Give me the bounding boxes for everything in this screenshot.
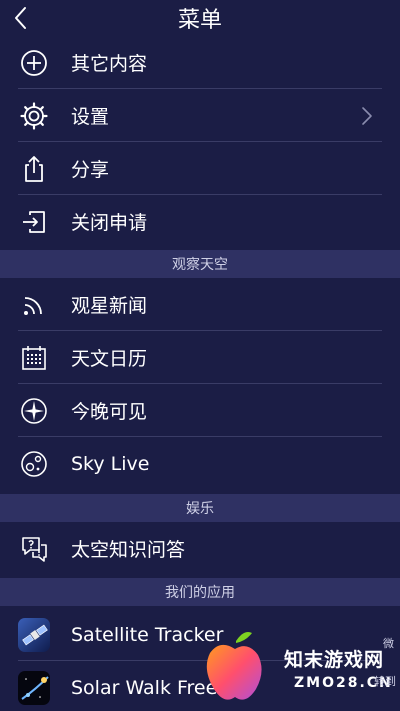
menu-item-close-request[interactable]: 关闭申请	[0, 195, 400, 248]
menu-item-other-content[interactable]: 其它内容	[0, 36, 400, 89]
chevron-right-icon	[362, 106, 372, 125]
moon-icon	[18, 448, 50, 480]
menu-item-stargazing-news[interactable]: 观星新闻	[0, 278, 400, 331]
solar-walk-app-icon-wrap	[18, 670, 50, 705]
gear-icon	[18, 100, 50, 132]
menu-item-astronomy-calendar[interactable]: 天文日历	[0, 331, 400, 384]
watermark-brand: 知末游戏网	[284, 649, 385, 671]
share-icon	[18, 153, 50, 185]
menu-item-label: 设置	[71, 106, 110, 128]
section-header-entertainment: 娱乐	[0, 494, 400, 522]
menu-item-label: 其它内容	[71, 53, 148, 75]
menu-item-label: Sky Live	[71, 452, 150, 475]
menu-item-label: Solar Walk Free	[71, 676, 218, 699]
chevron-left-icon	[15, 7, 26, 29]
watermark-side-bottom: 转到	[374, 675, 396, 688]
calendar-icon	[18, 342, 50, 374]
menu-item-label: 观星新闻	[71, 295, 148, 317]
header-bar: 菜单	[0, 0, 400, 36]
apple-logo-icon	[206, 632, 262, 700]
rss-icon	[18, 289, 50, 321]
page-title: 菜单	[177, 8, 222, 33]
section-header-our-apps: 我们的应用	[0, 578, 400, 606]
menu-item-label: 太空知识问答	[71, 539, 186, 561]
menu-item-share[interactable]: 分享	[0, 142, 400, 195]
menu-item-settings[interactable]: 设置	[0, 89, 400, 142]
compass-star-icon	[18, 395, 50, 427]
satellite-app-icon-wrap	[18, 617, 50, 652]
watermark-side-top: 微	[383, 637, 394, 650]
menu-item-sky-live[interactable]: Sky Live	[0, 437, 400, 490]
satellite-app-icon	[18, 617, 50, 652]
menu-item-label: 关闭申请	[71, 212, 148, 234]
plus-circle-icon	[18, 47, 50, 79]
menu-item-label: 分享	[71, 159, 110, 181]
menu-item-label: 天文日历	[71, 348, 148, 370]
menu-item-space-quiz[interactable]: 太空知识问答	[0, 522, 400, 575]
back-button[interactable]	[8, 4, 32, 32]
menu-item-label: 今晚可见	[71, 401, 148, 423]
watermark: 知末游戏网 ZMO28.CN 微 转到	[200, 621, 400, 711]
sign-in-icon	[18, 206, 50, 238]
solar-walk-app-icon	[18, 670, 50, 705]
section-header-observe-sky: 观察天空	[0, 250, 400, 278]
menu-item-visible-tonight[interactable]: 今晚可见	[0, 384, 400, 437]
quiz-icon	[18, 533, 50, 565]
